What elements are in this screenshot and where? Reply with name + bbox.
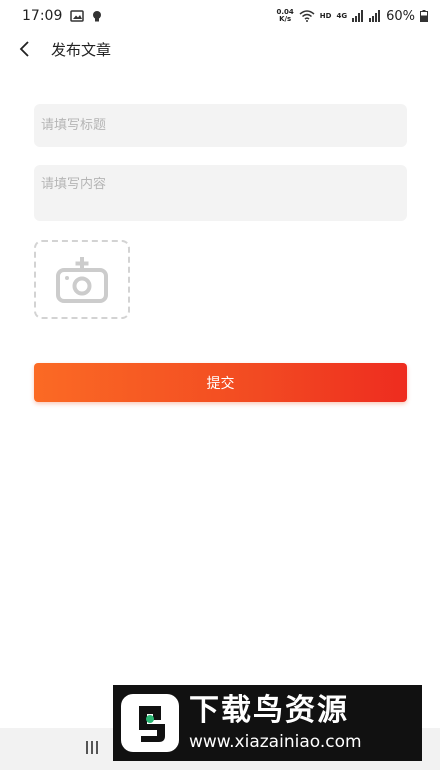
watermark-title: 下载鸟资源 (189, 693, 349, 728)
page-title: 发布文章 (51, 40, 112, 59)
net-speed: 0.04 K/s (277, 9, 294, 23)
gallery-icon (70, 10, 85, 22)
battery-percent: 60% (386, 8, 415, 24)
status-left: 17:09 (22, 8, 102, 24)
wifi-icon (299, 10, 315, 22)
battery-icon (420, 10, 428, 22)
signal-icon-2 (369, 10, 381, 22)
hd-label: HD (319, 12, 332, 20)
watermark-url: www.xiazainiao.com (189, 732, 362, 752)
status-bar: 17:09 0.04 K/s HD 4G 60% (0, 0, 440, 32)
back-button[interactable] (2, 32, 46, 66)
title-input[interactable] (34, 104, 407, 147)
status-time: 17:09 (22, 8, 63, 24)
recent-apps-bar (96, 741, 98, 754)
recent-apps-button[interactable] (86, 741, 98, 754)
network-type-label: 4G (336, 12, 348, 20)
chevron-left-icon (19, 41, 29, 57)
recent-apps-bar (91, 741, 93, 754)
notification-bulb-icon (93, 10, 102, 21)
add-photo-icon (56, 256, 108, 303)
content-input[interactable] (34, 165, 407, 221)
watermark-banner: 下载鸟资源 www.xiazainiao.com (113, 685, 422, 761)
status-right: 0.04 K/s HD 4G 60% (277, 9, 428, 24)
recent-apps-bar (86, 741, 88, 754)
image-upload-button[interactable] (34, 240, 130, 319)
bird-logo-icon (121, 694, 179, 752)
watermark-text: 下载鸟资源 www.xiazainiao.com (189, 692, 362, 754)
signal-icon (352, 10, 364, 22)
header: 发布文章 (0, 32, 440, 66)
submit-button[interactable]: 提交 (34, 363, 407, 402)
net-speed-unit: K/s (279, 15, 292, 23)
